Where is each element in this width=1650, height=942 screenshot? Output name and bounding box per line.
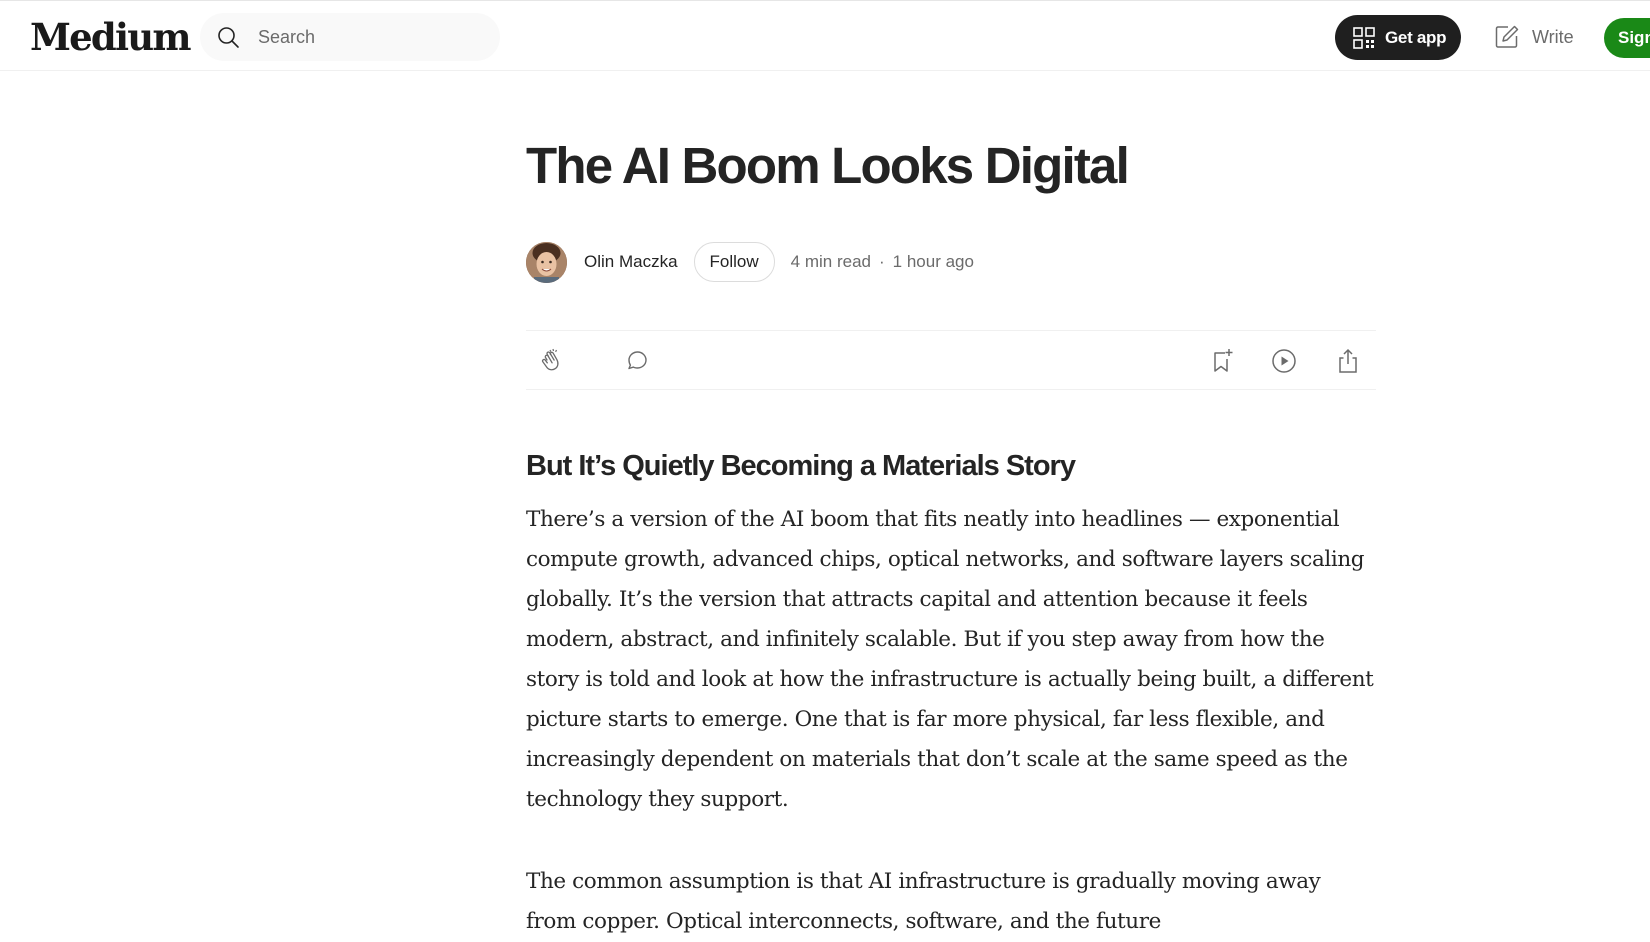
article-subtitle: But It’s Quietly Becoming a Materials St…	[526, 450, 1076, 482]
article-meta: 4 min read · 1 hour ago	[791, 252, 974, 272]
bookmark-add-icon	[1214, 349, 1233, 372]
author-avatar[interactable]	[526, 241, 567, 283]
clap-icon	[541, 348, 559, 371]
article-action-bar	[526, 330, 1376, 390]
author-name[interactable]: Olin Maczka	[584, 252, 678, 272]
meta-separator: ·	[878, 252, 885, 271]
article-title: The AI Boom Looks Digital	[526, 137, 1130, 194]
write-icon	[1495, 25, 1519, 48]
avatar-illustration	[526, 241, 567, 283]
search-input[interactable]	[258, 25, 478, 49]
byline: Olin Maczka Follow 4 min read · 1 hour ago	[526, 241, 1376, 283]
medium-logo[interactable]: Medium	[30, 15, 191, 59]
clap-button[interactable]	[538, 347, 566, 375]
published-time: 1 hour ago	[892, 252, 974, 271]
sign-up-button[interactable]: Sign up	[1604, 18, 1650, 58]
write-label: Write	[1532, 26, 1574, 47]
get-app-button[interactable]: Get app	[1335, 15, 1461, 60]
search-icon	[218, 27, 239, 48]
search-box[interactable]	[200, 13, 500, 61]
follow-button[interactable]: Follow	[693, 242, 775, 282]
article-paragraph: The common assumption is that AI infrast…	[526, 869, 1321, 934]
play-icon	[1272, 349, 1296, 373]
article-paragraph: There’s a version of the AI boom that fi…	[526, 507, 1374, 812]
qr-code-icon	[1353, 26, 1375, 49]
top-navigation-bar: Medium Get app Write Sign up	[0, 0, 1650, 71]
listen-button[interactable]	[1270, 347, 1298, 375]
comment-icon	[628, 351, 647, 370]
share-icon	[1339, 348, 1357, 373]
comment-button[interactable]	[624, 347, 652, 375]
save-button[interactable]	[1208, 347, 1236, 375]
share-button[interactable]	[1334, 347, 1362, 375]
get-app-label: Get app	[1385, 27, 1447, 47]
write-button[interactable]: Write	[1494, 21, 1574, 53]
read-time: 4 min read	[790, 252, 871, 271]
